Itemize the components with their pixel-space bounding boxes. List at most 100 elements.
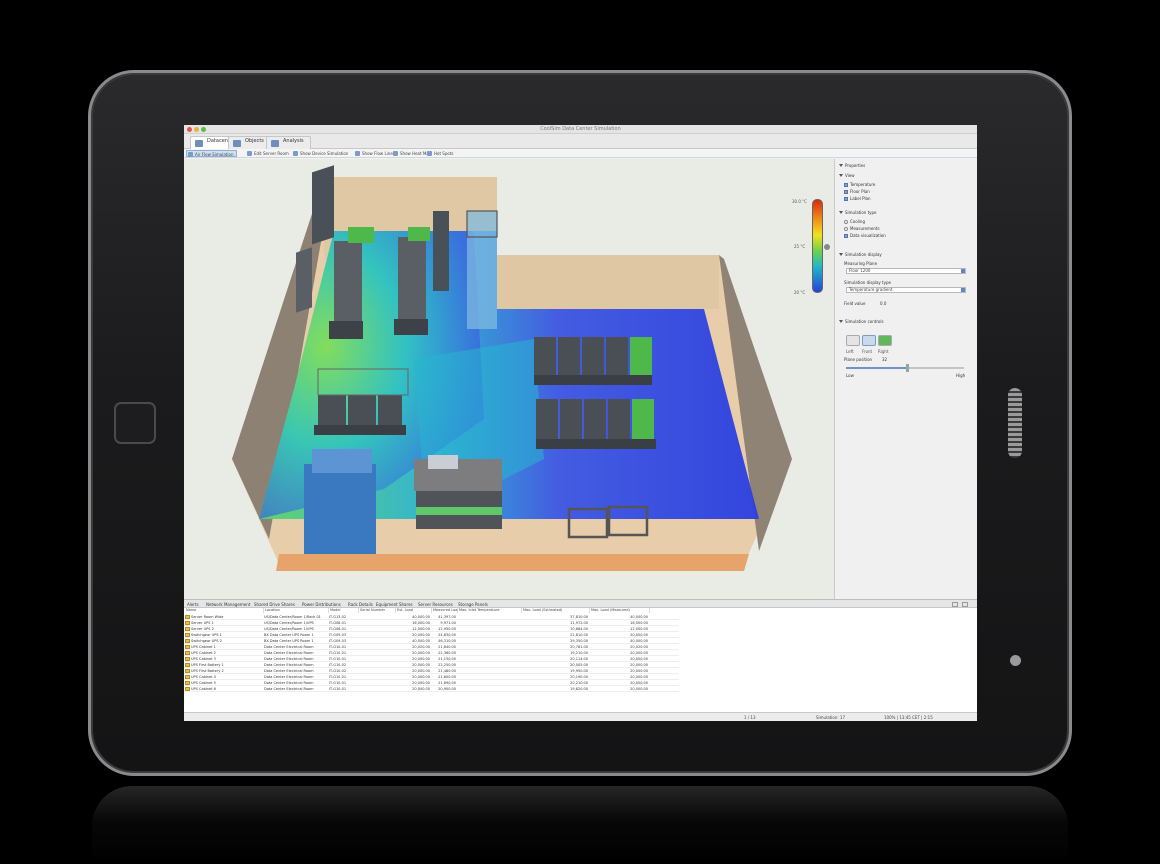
cell-text: Server UPS 1: [191, 621, 214, 625]
toolbar-hot-spots[interactable]: Hot Spots: [426, 150, 456, 157]
simulation-viewport[interactable]: 30.0 °C 25 °C 20 °C: [184, 159, 835, 599]
field-value-label: Field value: [844, 301, 866, 306]
front-floor-edge: [276, 554, 749, 571]
rack-row-a-front: [329, 321, 363, 339]
table-column-header[interactable]: Max. Load (Measured): [590, 608, 650, 613]
folder-icon: [185, 663, 190, 667]
bottom-tab-rack-details[interactable]: Rack Details: [348, 601, 373, 608]
cell-text: Server Room Wide: [191, 615, 224, 619]
table-column-header[interactable]: Measured Load: [432, 608, 458, 613]
bottom-tab-server-resources[interactable]: Server Resources: [418, 601, 453, 608]
legend-min-label: 20 °C: [794, 290, 806, 295]
view-left-label: Left: [846, 349, 854, 354]
bottom-tab-alerts[interactable]: Alerts: [187, 601, 199, 608]
tab-analysis[interactable]: Analysis: [266, 136, 311, 149]
tablet-reflection: [92, 786, 1068, 864]
section-simulation-display[interactable]: Simulation display: [839, 252, 882, 257]
section-simulation-type[interactable]: Simulation type: [839, 210, 877, 215]
checkbox-icon: [844, 190, 848, 194]
bottom-tab-power-distributions[interactable]: Power Distributions: [302, 601, 341, 608]
folder-icon: [185, 627, 190, 631]
bottom-tab-network-management[interactable]: Network Management: [206, 601, 250, 608]
toolbar-edit-server-room[interactable]: Edit Server Room: [246, 150, 292, 157]
table-column-header[interactable]: Location: [264, 608, 329, 613]
wall-rack-2: [296, 247, 312, 313]
server-room-3d-scene[interactable]: [184, 159, 835, 599]
maximize-pane-icon[interactable]: [962, 602, 968, 607]
plane-position-value[interactable]: 32: [882, 357, 887, 362]
sim-type-measurements[interactable]: Measurements: [844, 226, 880, 231]
folder-icon: [185, 645, 190, 649]
back-wall-right: [497, 255, 719, 309]
measuring-plane-select[interactable]: Floor 1200: [846, 268, 966, 274]
folder-icon: [185, 687, 190, 691]
table-cell: 20,900.00: [438, 687, 456, 691]
measuring-plane-label: Measuring Plane: [844, 261, 878, 266]
rack-tall-c: [433, 211, 449, 291]
plane-position-label: Plane position: [844, 357, 873, 362]
edit-icon: [247, 151, 252, 156]
view-option-temperature[interactable]: Temperature: [844, 182, 875, 187]
tab-objects[interactable]: Objects: [228, 136, 271, 149]
view-option-label-plan[interactable]: Label Plan: [844, 196, 871, 201]
properties-panel: Properties View Temperature Floor Plan L…: [836, 159, 977, 599]
rack-row-b-front: [394, 319, 428, 335]
view-right-button[interactable]: [878, 335, 892, 346]
toolbar-airflow-simulation[interactable]: Air Flow Simulation: [186, 150, 238, 157]
bottom-tab-storage-panels[interactable]: Storage Panels: [458, 601, 488, 608]
table-cell: 19,820.00: [570, 687, 588, 691]
table-column-header[interactable]: Serial Number: [359, 608, 396, 613]
wall-rack-1: [312, 165, 334, 245]
status-count: 1 / 13: [744, 715, 756, 720]
checkbox-icon: [844, 234, 848, 238]
section-simulation-controls[interactable]: Simulation controls: [839, 319, 884, 324]
field-value-input[interactable]: 0.0: [880, 301, 886, 306]
plane-slider-handle[interactable]: [906, 364, 910, 372]
airflow-icon: [188, 152, 193, 157]
minimize-pane-icon[interactable]: [952, 602, 958, 607]
hot-spots-icon: [427, 151, 432, 156]
toolbar-device-simulation[interactable]: Show Device Simulation: [292, 150, 351, 157]
view-left-button[interactable]: [846, 335, 860, 346]
folder-icon: [185, 615, 190, 619]
flow-lines-icon: [355, 151, 360, 156]
table-column-header[interactable]: Max. Load (Estimated): [522, 608, 590, 613]
sim-type-data-visualization[interactable]: Data visualization: [844, 233, 886, 238]
sim-type-cooling[interactable]: Cooling: [844, 219, 865, 224]
folder-icon: [185, 633, 190, 637]
view-option-floor-plan[interactable]: Floor Plan: [844, 189, 870, 194]
display-type-select[interactable]: Temperature gradient: [846, 287, 966, 293]
title-bar: CoolSim Data Center Simulation: [184, 125, 977, 134]
bottom-tab-shared-drive-shares[interactable]: Shared Drive Shares: [254, 601, 295, 608]
checkbox-icon: [844, 197, 848, 201]
display-type-label: Simulation display type: [844, 280, 891, 285]
table-cell: 20,000.00: [630, 687, 648, 691]
view-front-button[interactable]: [862, 335, 876, 346]
checkbox-icon: [844, 183, 848, 187]
legend-handle[interactable]: [824, 244, 830, 250]
plane-slider[interactable]: [846, 364, 964, 372]
table-column-header[interactable]: Name: [185, 608, 264, 613]
rack-cluster-right-front: [536, 399, 656, 449]
speaker-grille: [1008, 388, 1022, 458]
cell-text: UPS First Battery 2: [191, 669, 224, 673]
folder-icon: [185, 681, 190, 685]
rack-row-a-cap: [348, 227, 374, 243]
table-row[interactable]: UPS Cabinet 6 Data Center Electrical Room…: [184, 686, 679, 692]
table-column-header[interactable]: Max. Inlet Temperature: [458, 608, 522, 613]
cell-text: Server UPS 2: [191, 627, 214, 631]
section-properties[interactable]: Properties: [839, 163, 865, 168]
home-button[interactable]: [114, 402, 156, 444]
section-view[interactable]: View: [839, 173, 855, 178]
table-column-header[interactable]: Model: [329, 608, 359, 613]
central-unit-vents: [428, 455, 458, 469]
cell-text: UPS Cabinet 4: [191, 675, 216, 679]
table-column-header[interactable]: Est. Load: [396, 608, 432, 613]
rack-row-b-top: [398, 237, 426, 321]
bottom-tab-equipment-shares[interactable]: Equipment Shares: [376, 601, 413, 608]
analysis-icon: [271, 140, 279, 147]
plane-slider-fill: [846, 367, 908, 369]
view-right-label: Right: [878, 349, 889, 354]
cell-text: UPS Cabinet 3: [191, 657, 216, 661]
table-cell: UPS Cabinet 6: [185, 686, 262, 692]
